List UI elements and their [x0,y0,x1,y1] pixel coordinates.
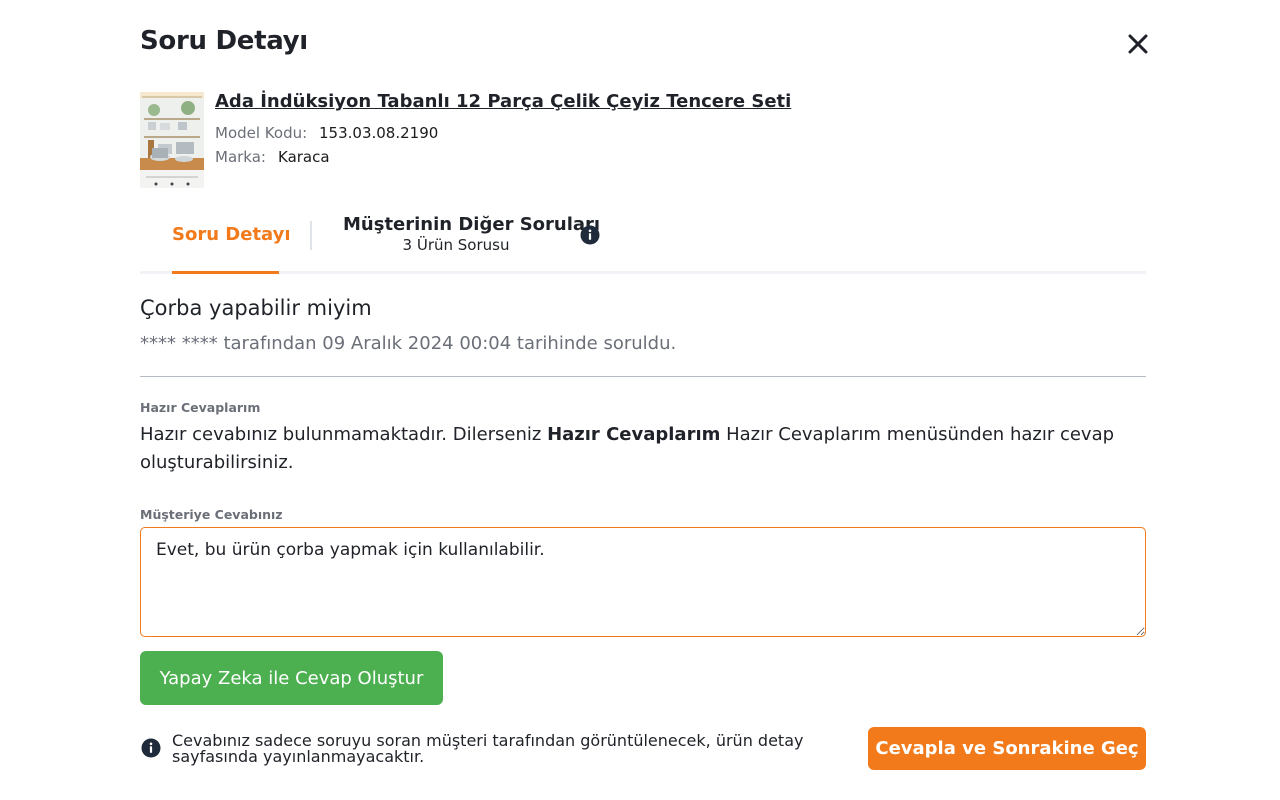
modal-title: Soru Detayı [140,26,308,56]
brand: Marka: Karaca [215,148,330,166]
ready-answers-link: Hazır Cevaplarım [547,424,721,445]
answer-textarea[interactable]: Evet, bu ürün çorba yapmak için kullanıl… [140,527,1146,637]
brand-value: Karaca [278,148,330,166]
model-code-label: Model Kodu: [215,124,308,142]
close-icon[interactable] [1124,30,1152,58]
ready-answers-label: Hazır Cevaplarım [140,400,261,415]
visibility-note: Cevabınız sadece soruyu soran müşteri ta… [172,731,804,766]
answer-and-next-button[interactable]: Cevapla ve Sonrakine Geç [868,727,1146,770]
tab-question-detail[interactable]: Soru Detayı [172,224,291,245]
answer-label: Müşteriye Cevabınız [140,507,283,522]
ai-answer-button[interactable]: Yapay Zeka ile Cevap Oluştur [140,651,443,705]
active-tab-indicator [172,271,279,274]
product-name-link[interactable]: Ada İndüksiyon Tabanlı 12 Parça Çelik Çe… [215,91,791,112]
tab-bar: Soru Detayı Müşterinin Diğer Soruları 3 … [140,210,1146,274]
product-thumbnail[interactable] [140,92,204,188]
ready-answers-message: Hazır cevabınız bulunmamaktadır. Dilerse… [140,421,1146,477]
tab-divider [310,221,312,250]
divider [140,376,1146,377]
ready-answers-text-1: Hazır cevabınız bulunmamaktadır. Dilerse… [140,424,548,445]
info-icon [141,738,161,758]
question-text: Çorba yapabilir miyim [140,296,372,320]
model-code-value: 153.03.08.2190 [319,124,439,142]
model-code: Model Kodu: 153.03.08.2190 [215,124,438,142]
brand-label: Marka: [215,148,266,166]
tab-other-count: 3 Ürün Sorusu [402,236,510,254]
tab-customer-other-questions[interactable]: Müşterinin Diğer Soruları 3 Ürün Sorusu [343,214,601,254]
info-icon[interactable] [580,225,600,245]
product-summary: Ada İndüksiyon Tabanlı 12 Parça Çelik Çe… [140,91,1146,188]
tab-other-label: Müşterinin Diğer Soruları [343,214,601,235]
question-meta: **** **** tarafından 09 Aralık 2024 00:0… [140,333,677,354]
